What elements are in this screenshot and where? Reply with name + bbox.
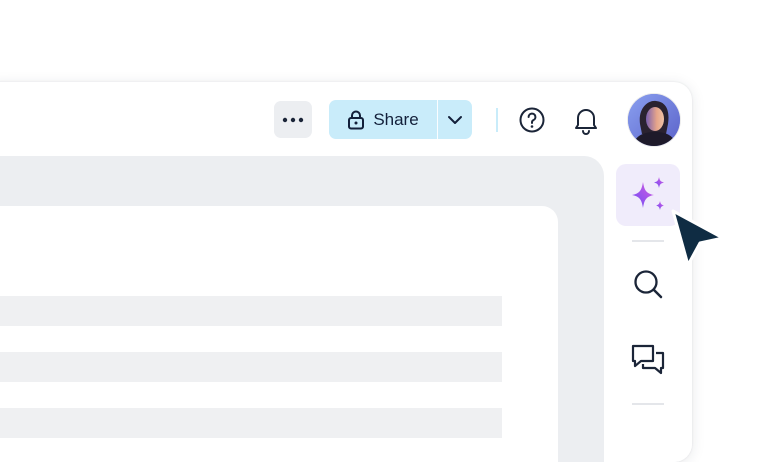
notifications-button[interactable] bbox=[570, 104, 602, 136]
share-button-group: Share bbox=[329, 100, 472, 139]
sidebar-separator bbox=[632, 240, 664, 242]
toolbar-separator bbox=[496, 108, 498, 132]
text-line-placeholder bbox=[0, 408, 502, 438]
avatar[interactable] bbox=[628, 94, 680, 146]
top-toolbar: Share bbox=[0, 82, 692, 154]
sparkles-icon bbox=[632, 177, 664, 210]
more-options-button[interactable] bbox=[274, 101, 312, 138]
share-options-button[interactable] bbox=[438, 100, 472, 139]
bell-icon bbox=[575, 109, 597, 135]
right-sidebar bbox=[604, 156, 692, 462]
mouse-cursor-icon bbox=[668, 208, 728, 270]
help-button[interactable] bbox=[516, 104, 548, 136]
document-area bbox=[0, 156, 604, 462]
search-icon bbox=[634, 270, 663, 299]
text-line-placeholder bbox=[0, 352, 502, 382]
document-page[interactable] bbox=[0, 206, 558, 462]
search-button[interactable] bbox=[628, 264, 668, 304]
chevron-down-icon bbox=[448, 115, 462, 124]
share-button[interactable]: Share bbox=[329, 100, 437, 139]
share-divider bbox=[437, 100, 438, 139]
share-label: Share bbox=[373, 109, 419, 129]
text-line-placeholder bbox=[0, 296, 502, 326]
app-window: Share bbox=[0, 82, 692, 462]
comments-button[interactable] bbox=[628, 340, 668, 380]
question-circle-icon bbox=[519, 107, 545, 133]
lock-icon bbox=[348, 110, 365, 129]
sidebar-separator bbox=[632, 403, 664, 405]
ellipsis-icon bbox=[282, 117, 304, 122]
chat-bubbles-icon bbox=[631, 344, 665, 375]
user-avatar bbox=[628, 94, 680, 146]
